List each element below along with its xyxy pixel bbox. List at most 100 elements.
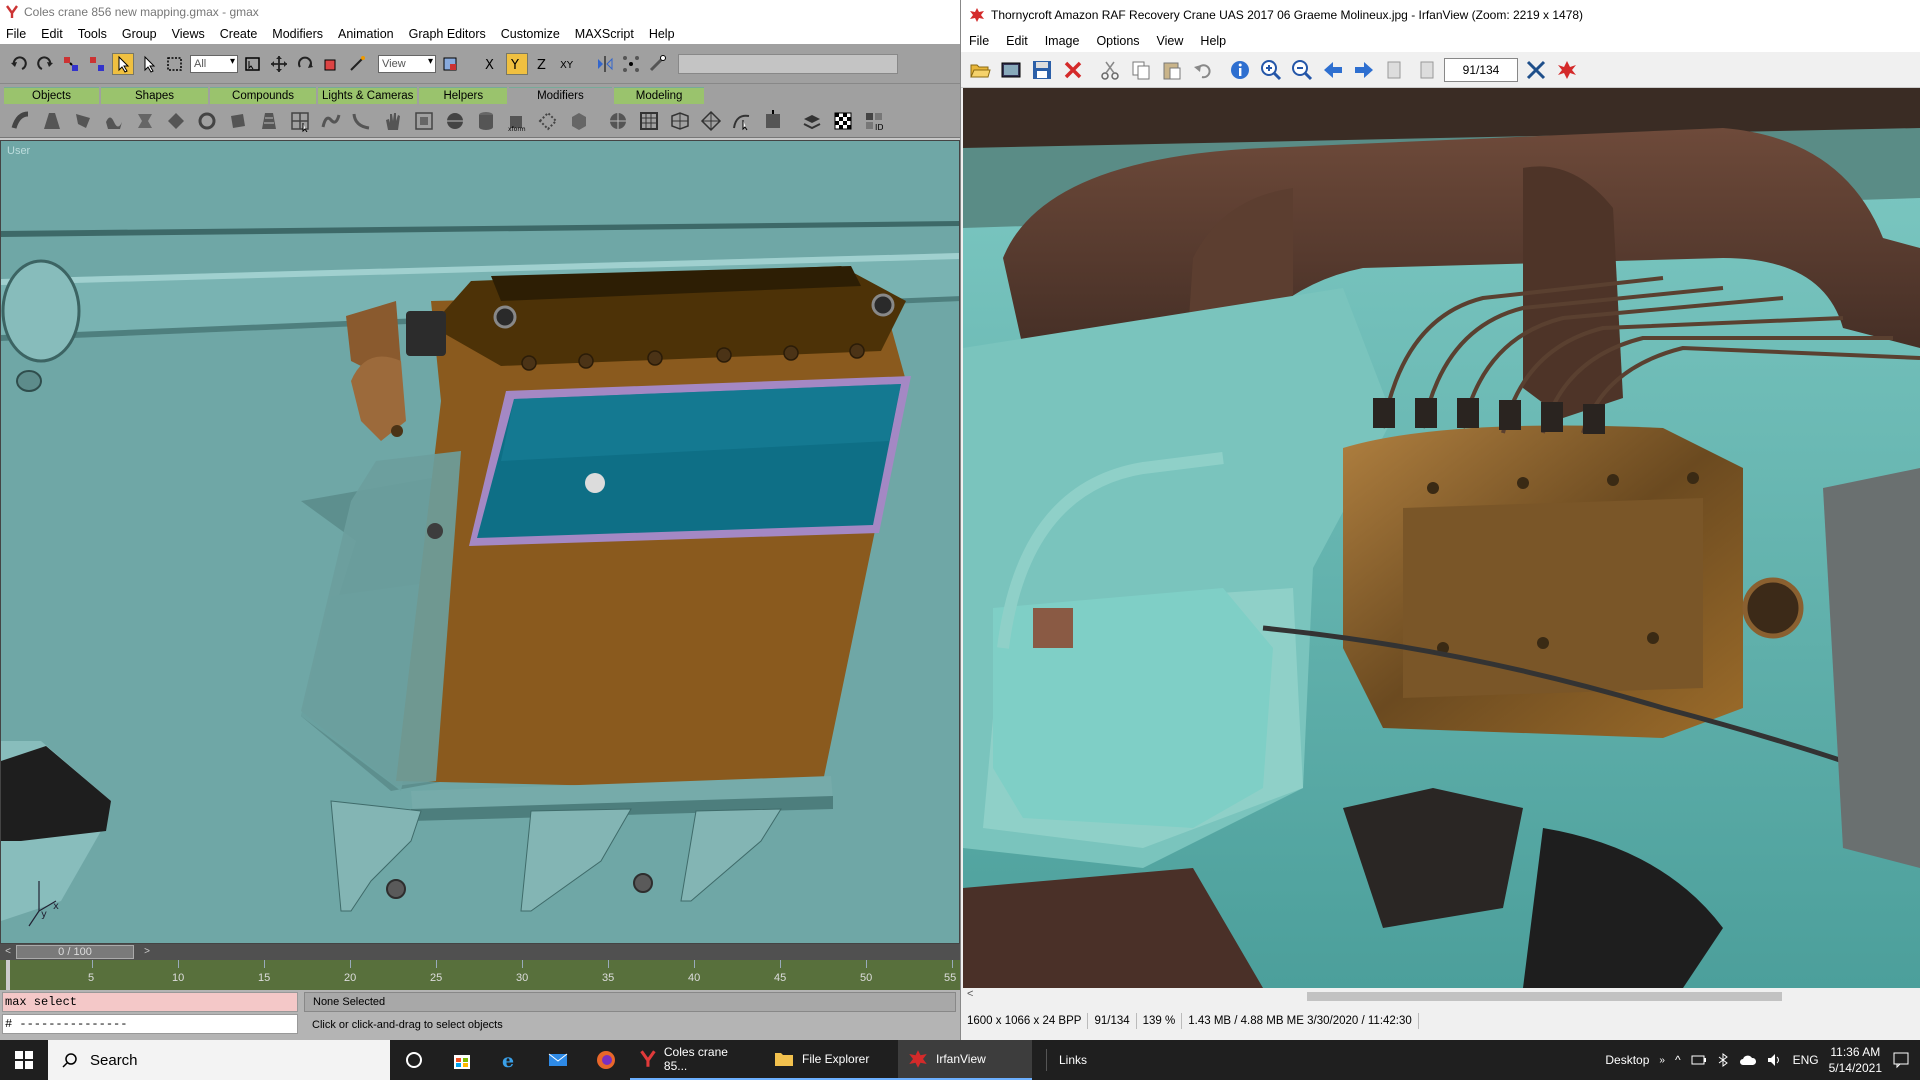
redo-button[interactable] <box>34 53 56 75</box>
sphere-button[interactable] <box>442 108 468 134</box>
stretch-modifier-button[interactable] <box>132 108 158 134</box>
prev-frame-arrow[interactable]: < <box>2 945 14 959</box>
array-button[interactable] <box>620 53 642 75</box>
bluetooth-icon[interactable] <box>1717 1053 1729 1067</box>
gmax-menu-file[interactable]: File <box>6 27 26 41</box>
mirror-button[interactable] <box>594 53 616 75</box>
gmax-menu-group[interactable]: Group <box>122 27 157 41</box>
speaker-volume-icon[interactable] <box>1767 1053 1783 1067</box>
gmax-menu-animation[interactable]: Animation <box>338 27 394 41</box>
smoothing-button[interactable] <box>799 108 825 134</box>
start-button[interactable] <box>0 1040 48 1080</box>
desktop-toolbar[interactable]: Desktop <box>1605 1053 1649 1067</box>
meshsmooth-button[interactable] <box>605 108 631 134</box>
tab-helpers[interactable]: Helpers <box>419 87 508 104</box>
tab-modifiers[interactable]: Modifiers <box>509 87 612 104</box>
exit-button[interactable] <box>1554 57 1580 83</box>
restrict-xy-button[interactable]: XY <box>558 53 580 75</box>
perspective-viewport[interactable]: x y User <box>0 140 960 944</box>
rope-modifier-button[interactable] <box>318 108 344 134</box>
select-by-region-button[interactable] <box>242 53 264 75</box>
page-number-box[interactable]: 91/134 <box>1444 57 1518 82</box>
path-deform-button[interactable] <box>349 108 375 134</box>
gmax-menu-help[interactable]: Help <box>649 27 675 41</box>
irfan-menu-image[interactable]: Image <box>1045 34 1080 48</box>
gmax-menu-create[interactable]: Create <box>220 27 258 41</box>
taskbar-file-explorer[interactable]: File Explorer <box>764 1040 898 1080</box>
irfan-menu-edit[interactable]: Edit <box>1006 34 1028 48</box>
rectangular-region-button[interactable] <box>164 53 186 75</box>
tray-overflow-icon[interactable]: ^ <box>1675 1053 1681 1067</box>
firefox-button[interactable] <box>582 1040 630 1080</box>
image-display[interactable] <box>963 88 1920 988</box>
time-slider[interactable]: < 0 / 100 > <box>0 944 960 960</box>
taskbar-search[interactable]: Search <box>48 1040 390 1080</box>
move-button[interactable] <box>268 53 290 75</box>
taper-modifier-button[interactable] <box>39 108 65 134</box>
skin-modifier-button[interactable] <box>380 108 406 134</box>
restrict-x-button[interactable]: X <box>480 53 502 75</box>
irfan-menu-file[interactable]: File <box>969 34 989 48</box>
gmax-menu-graph-editors[interactable]: Graph Editors <box>409 27 486 41</box>
scroll-left-arrow[interactable]: < <box>967 988 973 1000</box>
selection-filter-dropdown[interactable]: All <box>190 54 238 73</box>
irfan-menu-view[interactable]: View <box>1157 34 1184 48</box>
select-by-name-button[interactable] <box>138 53 160 75</box>
tessellate-button[interactable] <box>636 108 662 134</box>
checker-button[interactable] <box>830 108 856 134</box>
taskbar-gmax[interactable]: Coles crane 85... <box>630 1040 764 1080</box>
paste-button[interactable] <box>1159 57 1185 83</box>
next-frame-arrow[interactable]: > <box>141 945 153 959</box>
undo-button[interactable] <box>8 53 30 75</box>
chevron-icon[interactable]: » <box>1659 1055 1665 1066</box>
store-button[interactable] <box>438 1040 486 1080</box>
first-page-button[interactable] <box>1382 57 1408 83</box>
system-clock[interactable]: 11:36 AM 5/14/2021 <box>1829 1044 1882 1076</box>
tab-shapes[interactable]: Shapes <box>101 87 209 104</box>
rotate-button[interactable] <box>294 53 316 75</box>
restrict-y-button[interactable]: Y <box>506 52 528 75</box>
extrude-modifier-button[interactable] <box>225 108 251 134</box>
twist-modifier-button[interactable] <box>70 108 96 134</box>
undo-button[interactable] <box>1190 57 1216 83</box>
ffd-modifier-button[interactable] <box>163 108 189 134</box>
viewport-label[interactable]: User <box>7 145 30 157</box>
links-toolbar[interactable]: Links <box>1046 1049 1087 1071</box>
cylinder-button[interactable] <box>473 108 499 134</box>
smooth-button[interactable] <box>566 108 592 134</box>
tab-lights-cameras[interactable]: Lights & Cameras <box>318 87 418 104</box>
gmax-menu-customize[interactable]: Customize <box>501 27 560 41</box>
zoom-out-button[interactable] <box>1289 57 1315 83</box>
lathe-modifier-button[interactable] <box>194 108 220 134</box>
gmax-menu-maxscript[interactable]: MAXScript <box>575 27 634 41</box>
pivot-center-button[interactable] <box>440 53 462 75</box>
xform-button[interactable]: xform <box>504 108 530 134</box>
spline-select-button[interactable] <box>729 108 755 134</box>
reference-coord-dropdown[interactable]: View <box>378 54 436 73</box>
taskbar-irfanview[interactable]: IrfanView <box>898 1040 1032 1080</box>
gmax-menu-edit[interactable]: Edit <box>41 27 63 41</box>
delete-button[interactable] <box>1060 57 1086 83</box>
gmax-menu-views[interactable]: Views <box>172 27 205 41</box>
battery-icon[interactable] <box>1691 1053 1707 1067</box>
align-button[interactable] <box>646 53 668 75</box>
mail-button[interactable] <box>534 1040 582 1080</box>
named-selection-field[interactable] <box>678 53 898 74</box>
material-id-button[interactable]: ID <box>861 108 887 134</box>
input-language[interactable]: ENG <box>1793 1053 1819 1067</box>
slideshow-button[interactable] <box>998 57 1024 83</box>
unlink-button[interactable] <box>86 53 108 75</box>
track-bar[interactable]: 5 10 15 20 25 30 35 40 45 50 55 <box>0 960 960 990</box>
settings-button[interactable] <box>1523 57 1549 83</box>
tab-objects[interactable]: Objects <box>4 87 99 104</box>
select-object-button[interactable] <box>112 52 134 75</box>
save-button[interactable] <box>1029 57 1055 83</box>
last-page-button[interactable] <box>1413 57 1439 83</box>
time-slider-thumb[interactable]: 0 / 100 <box>16 945 134 959</box>
bevel-modifier-button[interactable] <box>256 108 282 134</box>
bend-modifier-button[interactable] <box>8 108 34 134</box>
edit-patch-button[interactable] <box>698 108 724 134</box>
mesh-select-button[interactable] <box>287 108 313 134</box>
tab-modeling[interactable]: Modeling <box>613 87 705 104</box>
uvw-map-button[interactable] <box>411 108 437 134</box>
